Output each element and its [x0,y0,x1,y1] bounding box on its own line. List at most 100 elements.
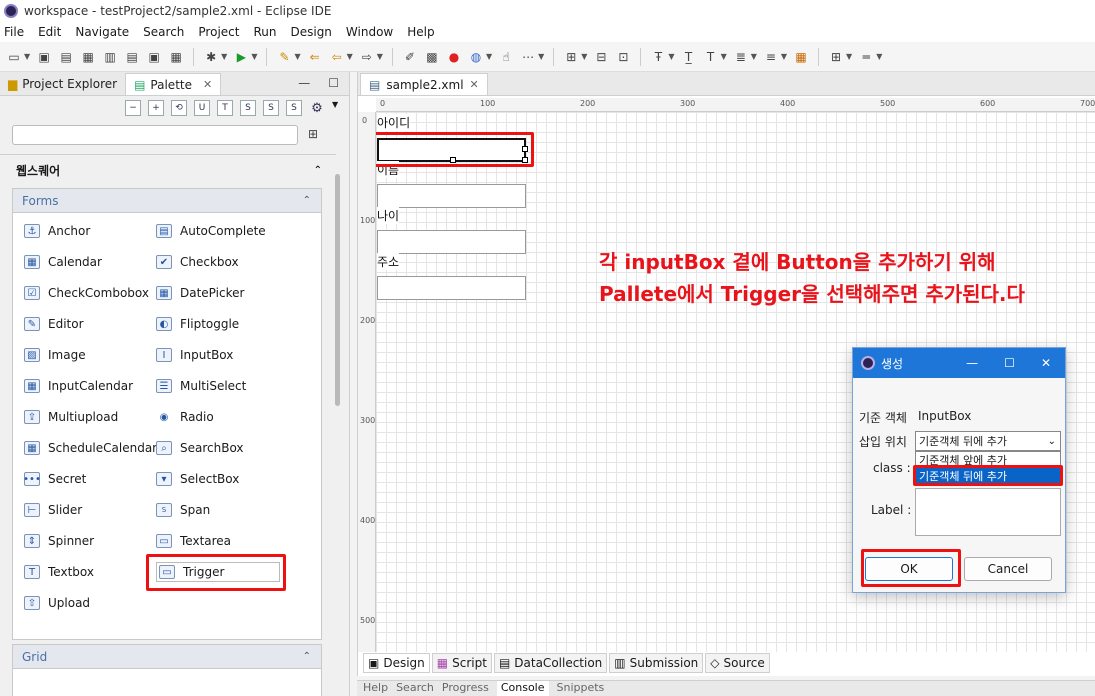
settings-gear-icon[interactable]: ⚙ [309,100,325,116]
grid-drawer-header[interactable]: Grid ⌃ [13,645,321,669]
menu-project[interactable]: Project [198,25,239,39]
save-all-icon[interactable]: ▤ [58,49,74,65]
component-s2-icon[interactable]: S [263,100,279,116]
component-s3-icon[interactable]: S [286,100,302,116]
palette-item-image[interactable]: ▨ Image [24,345,86,365]
chevron-up-icon[interactable]: ⌃ [314,165,322,176]
filter-options-icon[interactable]: ⊞ [308,127,318,141]
record-icon[interactable]: ● [446,49,462,65]
text-size-dropdown-icon[interactable]: ▼ [721,52,727,61]
border-dropdown-icon[interactable]: ▼ [846,52,852,61]
text-align-dropdown-icon[interactable]: ▼ [751,52,757,61]
align-dropdown-icon[interactable]: ▼ [581,52,587,61]
menu-search[interactable]: Search [143,25,184,39]
palette-filter-input[interactable] [12,125,298,145]
palette-item-spinner[interactable]: ⇕ Spinner [24,531,94,551]
palette-scrollbar[interactable] [335,174,340,406]
forward-dropdown-icon[interactable]: ▼ [377,52,383,61]
back-icon[interactable]: ⇐ [307,49,323,65]
palette-item-selectbox[interactable]: ▾ SelectBox [156,469,239,489]
palette-item-editor[interactable]: ✎ Editor [24,314,84,334]
minimize-icon[interactable]: — [966,356,978,370]
tab-submission[interactable]: ▥ Submission [609,653,704,673]
tab-help[interactable]: Help [363,681,388,696]
align-icon[interactable]: ⊞ [563,49,579,65]
save-icon[interactable]: ▣ [36,49,52,65]
text-underline-icon[interactable]: T̲ [681,49,697,65]
back-dropdown-icon[interactable]: ▼ [347,52,353,61]
menu-window[interactable]: Window [346,25,393,39]
debug-icon[interactable]: ✱ [203,49,219,65]
palette-item-autocomplete[interactable]: ▤ AutoComplete [156,221,266,241]
collapse-all-icon[interactable]: − [125,100,141,116]
close-icon[interactable]: ✕ [203,78,212,91]
menu-edit[interactable]: Edit [38,25,61,39]
palette-item-radio[interactable]: ◉ Radio [156,407,214,427]
layout-icon-3[interactable]: ▤ [124,49,140,65]
tab-search[interactable]: Search [396,681,434,696]
globe-icon[interactable]: ◍ [468,49,484,65]
insert-position-select[interactable]: 기준객체 뒤에 추가 ⌄ [915,431,1061,451]
palette-item-datepicker[interactable]: ▦ DatePicker [156,283,244,303]
palette-item-inputcalendar[interactable]: ▦ InputCalendar [24,376,133,396]
line-style-icon[interactable]: ═ [858,49,874,65]
edit-box-icon[interactable]: ✐ [402,49,418,65]
menu-run[interactable]: Run [253,25,276,39]
wand-icon[interactable]: ✎ [276,49,292,65]
chevron-up-icon[interactable]: ⌃ [303,195,311,206]
tab-design[interactable]: ▣ Design [363,653,430,673]
link-icon[interactable]: ⟲ [171,100,187,116]
view-menu-icon[interactable]: ▼ [332,100,338,116]
palette-item-span[interactable]: S Span [156,500,210,520]
palette-item-checkcombobox[interactable]: ☑ CheckCombobox [24,283,149,303]
component-s-icon[interactable]: S [240,100,256,116]
tab-sample2-xml[interactable]: ▤ sample2.xml ✕ [360,73,488,95]
close-icon[interactable]: ✕ [1041,356,1051,370]
menu-help[interactable]: Help [407,25,434,39]
tab-script[interactable]: ▦ Script [431,653,492,673]
label-id[interactable]: 아이디 [377,114,411,131]
text-size-icon[interactable]: T [703,49,719,65]
forward-nav-icon[interactable]: ⇨ [359,49,375,65]
preview-icon[interactable]: ▩ [424,49,440,65]
back-nav-icon[interactable]: ⇦ [329,49,345,65]
layout-icon-1[interactable]: ▦ [80,49,96,65]
vertical-align-icon[interactable]: ≡ [763,49,779,65]
palette-item-multiupload[interactable]: ⇪ Multiupload [24,407,118,427]
palette-item-calendar[interactable]: ▦ Calendar [24,252,102,272]
palette-item-checkbox[interactable]: ✔ Checkbox [156,252,239,272]
palette-item-anchor[interactable]: ⚓ Anchor [24,221,90,241]
tab-project-explorer[interactable]: ▆ Project Explorer [0,73,125,95]
tab-console[interactable]: Console [496,681,549,696]
run-icon[interactable]: ▶ [233,49,249,65]
text-style-icon[interactable]: Ŧ [650,49,666,65]
text-align-icon[interactable]: ≣ [733,49,749,65]
menu-navigate[interactable]: Navigate [75,25,129,39]
color-icon[interactable]: ▦ [793,49,809,65]
layout-icon-4[interactable]: ▣ [146,49,162,65]
maximize-icon[interactable]: ☐ [328,76,339,90]
palette-item-inputbox[interactable]: I InputBox [156,345,233,365]
component-t-icon[interactable]: T [217,100,233,116]
grid-icon[interactable]: ⋯ [520,49,536,65]
palette-item-textarea[interactable]: ▭ Textarea [156,531,231,551]
new-file-icon[interactable]: ▭ [6,49,22,65]
palette-item-searchbox[interactable]: ⌕ SearchBox [156,438,244,458]
component-u-icon[interactable]: U [194,100,210,116]
menu-file[interactable]: File [4,25,24,39]
tab-snippets[interactable]: Snippets [557,681,605,696]
label-textarea[interactable] [915,488,1061,536]
vertical-align-dropdown-icon[interactable]: ▼ [781,52,787,61]
palette-item-schedulecalendar[interactable]: ▦ ScheduleCalendar [24,438,157,458]
line-style-dropdown-icon[interactable]: ▼ [876,52,882,61]
cancel-button[interactable]: Cancel [964,557,1052,581]
tab-source[interactable]: ◇ Source [705,653,770,673]
new-dropdown-icon[interactable]: ▼ [24,52,30,61]
run-dropdown-icon[interactable]: ▼ [251,52,257,61]
palette-item-fliptoggle[interactable]: ◐ Fliptoggle [156,314,239,334]
distribute-icon[interactable]: ⊟ [593,49,609,65]
input-age[interactable] [377,230,526,254]
input-name[interactable] [377,184,526,208]
palette-item-textbox[interactable]: T Textbox [24,562,94,582]
tab-palette[interactable]: ▤ Palette ✕ [125,73,222,95]
